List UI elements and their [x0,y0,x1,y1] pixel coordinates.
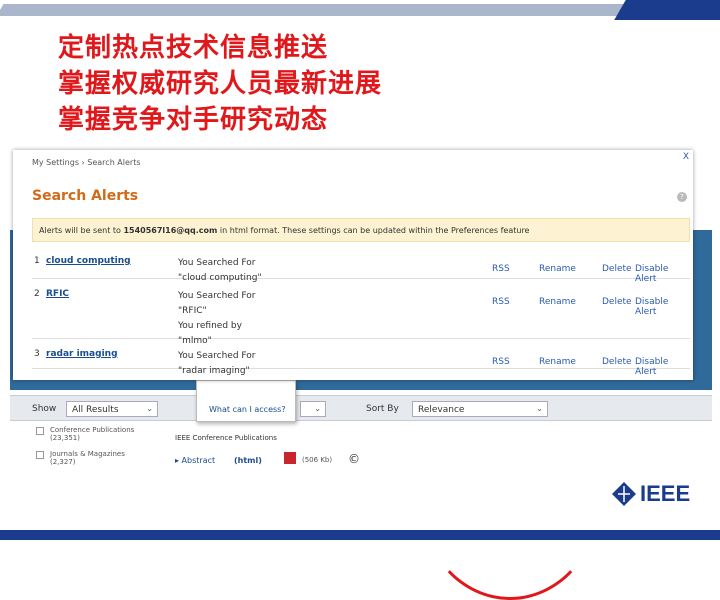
help-icon[interactable]: ? [677,192,687,202]
breadcrumb: My Settings › Search Alerts [32,158,141,167]
facet-checkbox[interactable] [36,427,44,435]
ieee-diamond-icon [612,482,636,506]
alert-number: 3 [34,349,40,359]
facet-label: Journals & Magazines [50,450,125,458]
alert-description-line: "radar imaging" [178,366,250,376]
sort-label: Sort By [366,404,399,414]
alert-list: 1 cloud computing You Searched For "cloud c… [32,246,690,377]
top-bar-light [0,4,720,16]
rss-link[interactable]: RSS [492,264,510,274]
facet-checkbox[interactable] [36,451,44,459]
disable-alert-link[interactable]: Disable Alert [635,357,690,377]
copyright-icon[interactable]: © [348,452,360,466]
alert-description-line: You Searched For [178,291,256,301]
close-icon[interactable]: X [683,152,689,162]
abstract-link[interactable]: ▸ Abstract [175,456,215,465]
disable-alert-link[interactable]: Disable Alert [635,297,690,317]
page-title: Search Alerts [32,188,139,204]
notice-prefix: Alerts will be sent to [39,226,124,235]
per-page-select[interactable]: ⌄ [300,401,326,417]
alert-name-link[interactable]: RFIC [46,289,69,299]
rename-link[interactable]: Rename [539,357,576,367]
slide-headline-2: 掌握权威研究人员最新进展 [58,69,383,99]
slide-top-bar [0,0,720,20]
alert-description-line: You Searched For [178,351,256,361]
rss-link[interactable]: RSS [492,357,510,367]
alert-row: 2 RFIC You Searched For "RFIC" You refined b… [32,279,690,346]
show-select[interactable]: All Results ⌄ [66,401,158,417]
alert-description-line: "RFIC" [178,306,207,316]
results-toolbar: Show All Results ⌄ ⌄ Sort By Relevance ⌄ [10,395,712,421]
ieee-logo: IEEE [640,481,691,506]
top-bar-dark [614,0,720,20]
facet-item[interactable]: Conference Publications (23,351) [36,426,134,442]
show-select-value: All Results [72,405,119,415]
alert-row: 3 radar imaging You Searched For "radar ima… [32,339,690,377]
alert-description-line: You Searched For [178,258,256,268]
chevron-down-icon: ⌄ [314,404,321,413]
facet-label: Conference Publications [50,426,135,434]
html-link[interactable]: (html) [234,456,262,465]
rss-link[interactable]: RSS [492,297,510,307]
facet-count: (2,327) [50,458,76,466]
publication-type: IEEE Conference Publications [175,434,277,442]
alert-description-line: You refined by [178,321,242,331]
slide-headline-3: 掌握竞争对手研究动态 [58,105,329,135]
chevron-down-icon: ⌄ [146,404,153,413]
rename-link[interactable]: Rename [539,264,576,274]
delete-link[interactable]: Delete [602,264,632,274]
pdf-size: (506 Kb) [302,456,333,464]
alert-row: 1 cloud computing You Searched For "cloud c… [32,246,690,284]
pdf-icon[interactable] [284,452,296,464]
delete-link[interactable]: Delete [602,357,632,367]
alert-name-link[interactable]: radar imaging [46,349,118,359]
delete-link[interactable]: Delete [602,297,632,307]
ieee-screenshot: Conference Publications (23,351) Journals… [10,150,712,600]
what-can-i-access-link[interactable]: What can I access? [209,405,286,414]
sort-select-value: Relevance [418,405,465,415]
search-alerts-dialog: X My Settings › Search Alerts Search Ale… [13,150,693,380]
notice-suffix: in html format. These settings can be up… [217,226,530,235]
alert-number: 2 [34,289,40,299]
notice-email: 1540567l16@qq.com [123,226,218,235]
rename-link[interactable]: Rename [539,297,576,307]
alert-notice: Alerts will be sent to 1540567l16@qq.com… [32,218,690,242]
slide-headline-1: 定制热点技术信息推送 [58,33,329,63]
annotation-circle [420,400,600,600]
alert-name-link[interactable]: cloud computing [46,256,131,266]
facet-list: Conference Publications (23,351) Journals… [36,426,134,474]
access-popup: What can I access? [196,380,296,422]
alert-number: 1 [34,256,40,266]
facet-item[interactable]: Journals & Magazines (2,327) [36,450,134,466]
alert-description: You Searched For "radar imaging" [178,349,255,379]
slide-bottom-bar [0,530,720,540]
facet-count: (23,351) [50,434,80,442]
show-label: Show [32,404,57,414]
